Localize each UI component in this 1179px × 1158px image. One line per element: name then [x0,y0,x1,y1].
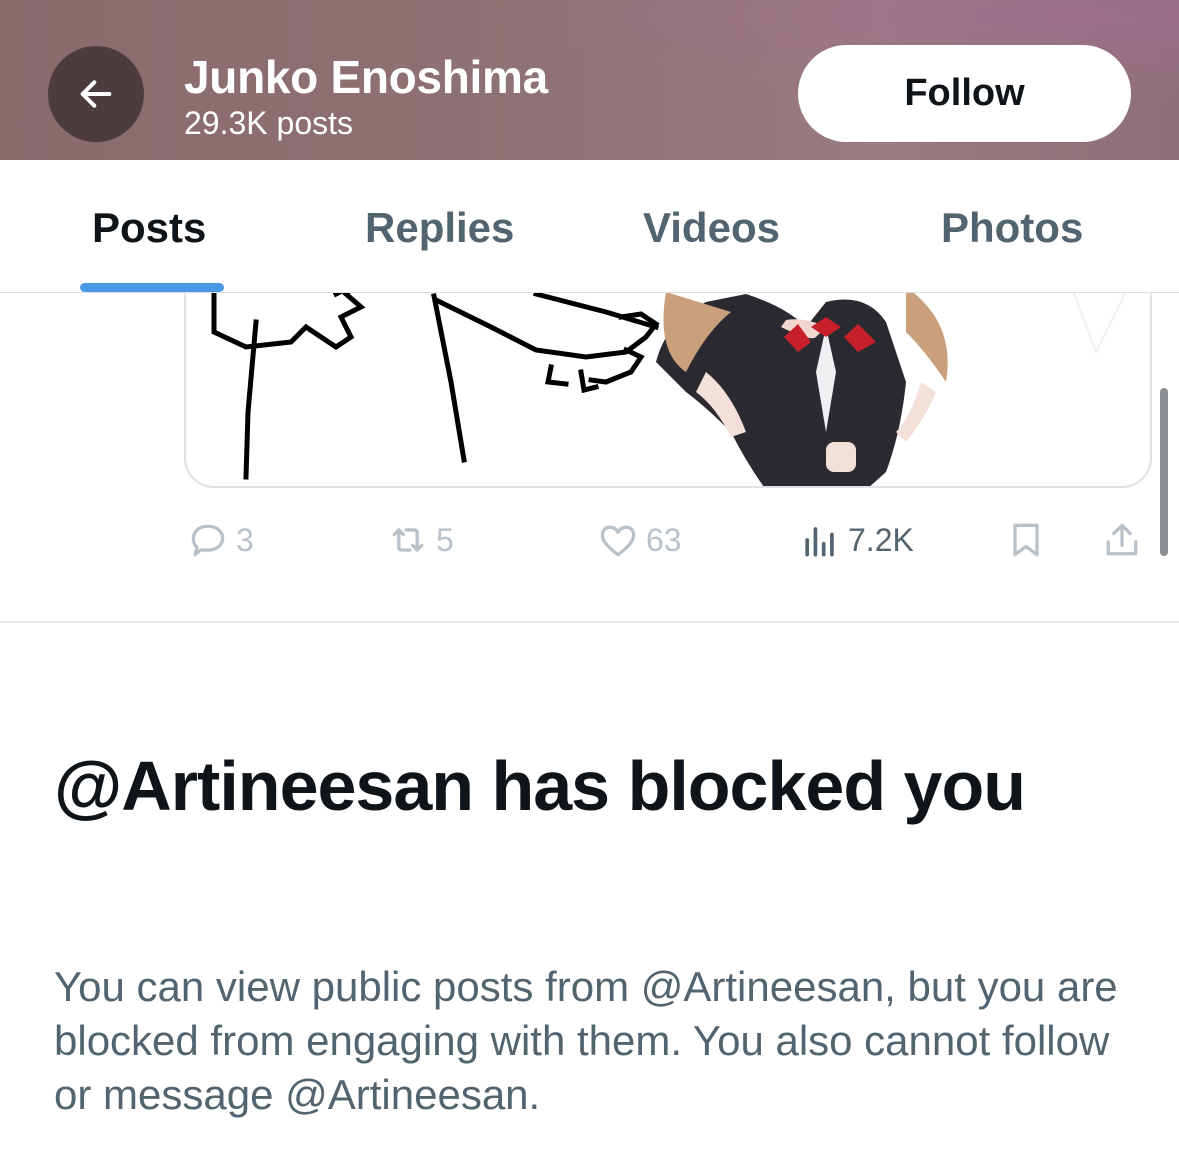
tab-posts[interactable]: Posts [92,204,206,252]
views-chart-icon [805,527,834,557]
reply-count: 3 [236,521,254,558]
post-divider [0,621,1179,623]
header-title-group: Junko Enoshima 29.3K posts [184,52,548,142]
blocked-title: @Artineesan has blocked you [54,747,1026,825]
reply-button[interactable]: 3 [186,510,254,570]
like-button[interactable]: 63 [596,510,682,570]
profile-header: Junko Enoshima 29.3K posts Follow [0,0,1179,160]
active-tab-indicator [80,283,224,292]
view-count: 7.2K [848,521,914,558]
heart-icon [600,525,636,557]
repost-icon [392,528,424,552]
share-button[interactable] [1100,510,1150,570]
profile-tabs: Posts Replies Videos Photos [0,160,1179,293]
blocked-description: You can view public posts from @Artinees… [54,963,1118,1118]
post-action-bar: 3 5 63 7.2K [0,510,1179,570]
repost-count: 5 [436,521,454,558]
bookmark-button[interactable] [1004,510,1054,570]
follow-button[interactable]: Follow [798,45,1131,142]
bookmark-icon [1013,523,1039,557]
arrow-left-icon [80,80,112,108]
scrollbar[interactable] [1160,388,1168,556]
share-icon [1106,523,1138,556]
post-count: 29.3K posts [184,105,353,141]
reply-icon [191,524,225,557]
tab-videos[interactable]: Videos [643,204,780,252]
like-count: 63 [646,521,682,558]
repost-button[interactable]: 5 [386,510,454,570]
profile-name: Junko Enoshima [184,51,548,103]
back-button[interactable] [48,46,144,142]
views-button[interactable]: 7.2K [798,510,914,570]
tab-replies[interactable]: Replies [365,204,514,252]
tab-photos[interactable]: Photos [941,204,1083,252]
